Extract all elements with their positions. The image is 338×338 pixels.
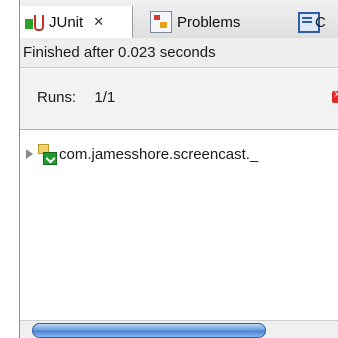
status-message: Finished after 0.023 seconds <box>20 38 338 68</box>
runs-counter: Runs: 1/1 <box>37 89 115 106</box>
close-icon[interactable]: ✕ <box>93 14 104 30</box>
horizontal-scrollbar[interactable] <box>20 320 338 338</box>
runs-label: Runs: <box>37 89 77 106</box>
runs-value: 1/1 <box>94 89 116 106</box>
problems-icon <box>150 11 172 33</box>
counter-panel: Runs: 1/1 <box>20 69 338 130</box>
tab-junit[interactable]: JUnit ✕ <box>20 6 133 38</box>
view-tab-bar: JUnit ✕ Problems C <box>20 0 338 39</box>
tree-item[interactable]: com.jamesshore.screencast._ <box>20 142 258 166</box>
junit-view: JUnit ✕ Problems C Finished after 0.023 … <box>19 0 338 338</box>
tab-console-label: C <box>315 13 326 31</box>
tab-problems-label: Problems <box>177 13 241 31</box>
expand-arrow-icon[interactable] <box>26 149 33 159</box>
tab-problems[interactable]: Problems <box>150 6 240 38</box>
tab-junit-label: JUnit <box>49 13 84 31</box>
junit-icon <box>24 11 46 33</box>
test-suite-icon <box>38 144 57 165</box>
tree-item-label: com.jamesshore.screencast._ <box>59 145 259 163</box>
error-icon <box>332 87 338 103</box>
test-tree: com.jamesshore.screencast._ <box>20 130 338 320</box>
status-text: Finished after 0.023 seconds <box>23 44 216 61</box>
scrollbar-thumb[interactable] <box>32 323 266 338</box>
